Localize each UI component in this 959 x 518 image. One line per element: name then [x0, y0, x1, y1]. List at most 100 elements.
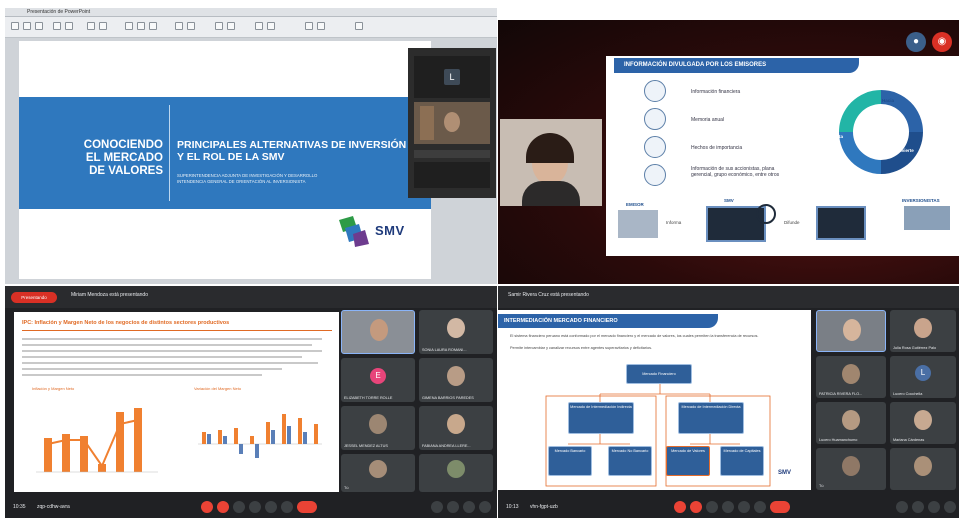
slide-header: INTERMEDIACIÓN MERCADO FINANCIERO [498, 314, 718, 328]
participant-tile[interactable]: Mariana Cárdenas [890, 402, 956, 444]
tree-node: Mercado Bancario [548, 446, 592, 476]
captions-icon[interactable] [233, 501, 245, 513]
chat-icon[interactable] [928, 501, 940, 513]
tool-icon[interactable] [317, 22, 325, 30]
participant-tile[interactable]: L Lucero Cocchella [890, 356, 956, 398]
mic-off-icon[interactable] [674, 501, 686, 513]
participant-tile[interactable]: JESSEL MENDEZ ALTUS [341, 406, 415, 450]
captions-icon[interactable] [706, 501, 718, 513]
name-bar [414, 150, 490, 158]
tool-icon[interactable] [227, 22, 235, 30]
raise-hand-icon[interactable] [249, 501, 261, 513]
more-options-icon[interactable] [754, 501, 766, 513]
participant-name: Julia Rosa Gutiérrez Palo [893, 346, 937, 350]
title-line: Y EL ROL DE LA SMV [177, 151, 285, 163]
participant-face [369, 460, 387, 478]
tool-icon[interactable] [149, 22, 157, 30]
camera-off-icon[interactable] [690, 501, 702, 513]
app-toolbar [5, 17, 497, 38]
participant-tile[interactable] [419, 454, 493, 492]
meeting-time: 10:35 [13, 504, 26, 510]
participant-tile[interactable]: L [414, 56, 490, 98]
alert-icon [644, 136, 666, 158]
grid-icon[interactable] [99, 22, 107, 30]
raise-hand-icon[interactable] [722, 501, 734, 513]
present-icon[interactable] [738, 501, 750, 513]
save-icon[interactable] [23, 22, 31, 30]
participant-tile[interactable]: Lucero Huamanchumo [816, 402, 886, 444]
cycle-diagram-icon [839, 90, 923, 174]
participant-name: Mariana Cárdenas [893, 438, 925, 442]
participant-tile[interactable]: SONIA LAURA ROMANI... [419, 310, 493, 354]
document-icon [644, 80, 666, 102]
participant-tile[interactable]: GIMENA BARRIOS PAREDES [419, 358, 493, 402]
title-rule [22, 330, 332, 331]
title-line: DE VALORES [89, 165, 163, 177]
tool-icon[interactable] [305, 22, 313, 30]
tool-icon[interactable] [125, 22, 133, 30]
info-icon[interactable] [896, 501, 908, 513]
presenting-text: Samir Rivera Cruz está presentando [508, 292, 589, 298]
participant-name: Tú [344, 486, 349, 490]
tool-icon[interactable] [187, 22, 195, 30]
participant-tile[interactable]: E ELIZABETH TORRE ROLLE [341, 358, 415, 402]
tool-icon[interactable] [355, 22, 363, 30]
tool-icon[interactable] [175, 22, 183, 30]
participant-tile[interactable]: FABIANA ANDREA LLERE... [419, 406, 493, 450]
print-icon[interactable] [35, 22, 43, 30]
more-options-icon[interactable] [281, 501, 293, 513]
participant-tile[interactable]: Tú [816, 448, 886, 490]
end-call-icon[interactable] [297, 501, 317, 513]
margin-chart-icon [198, 414, 322, 458]
title-line: CONOCIENDO [83, 139, 163, 151]
undo-icon[interactable] [53, 22, 61, 30]
present-icon[interactable] [265, 501, 277, 513]
people-icon[interactable] [447, 501, 459, 513]
tool-icon[interactable] [137, 22, 145, 30]
profile-icon[interactable]: ● [906, 32, 926, 52]
activities-icon[interactable] [944, 501, 956, 513]
participant-face [914, 456, 932, 476]
slide-subtitle: SUPERINTENDENCIA ADJUNTA DE INVESTIGACIÓ… [177, 173, 417, 185]
avatar: L [915, 364, 931, 381]
presenting-text: Miriam Mendoza está presentando [71, 292, 148, 298]
cycle-label: Reporta [826, 134, 844, 139]
inflation-chart-icon [36, 408, 158, 473]
people-icon[interactable] [912, 501, 924, 513]
participant-name: PATRICIA RIVERA FLO... [819, 392, 863, 396]
speaker-video[interactable] [500, 119, 602, 206]
end-call-icon[interactable] [770, 501, 790, 513]
file-icon[interactable] [11, 22, 19, 30]
chat-icon[interactable] [463, 501, 475, 513]
zoom-icon[interactable] [87, 22, 95, 30]
redo-icon[interactable] [65, 22, 73, 30]
presenting-pill[interactable]: Presentando [11, 292, 57, 303]
slide-left-title: CONOCIENDO EL MERCADO DE VALORES [67, 139, 163, 178]
tree-node-root: Mercado Financiero [626, 364, 692, 384]
participant-tile[interactable]: PATRICIA RIVERA FLO... [816, 356, 886, 398]
chart-title: Variación del Margen Neto [194, 386, 242, 391]
text-line [22, 374, 262, 376]
tool-icon[interactable] [267, 22, 275, 30]
tool-icon[interactable] [255, 22, 263, 30]
record-icon[interactable]: ◉ [932, 32, 952, 52]
participant-tile[interactable] [414, 102, 490, 144]
info-icon[interactable] [431, 501, 443, 513]
participant-tile[interactable] [816, 310, 886, 352]
bookshelf [420, 106, 434, 140]
text-line [22, 368, 282, 370]
video-sidebar: L [408, 48, 496, 198]
participant-tile[interactable] [890, 448, 956, 490]
activities-icon[interactable] [479, 501, 491, 513]
participant-tile[interactable] [414, 162, 490, 188]
camera-off-icon[interactable] [217, 501, 229, 513]
info-item: Información financiera [691, 89, 741, 95]
mic-off-icon[interactable] [201, 501, 213, 513]
text-line [22, 362, 318, 364]
tool-icon[interactable] [215, 22, 223, 30]
smv-logo-text: SMV [375, 223, 405, 238]
participant-face [843, 319, 861, 341]
participant-tile[interactable] [341, 310, 415, 354]
participant-tile[interactable]: Julia Rosa Gutiérrez Palo [890, 310, 956, 352]
participant-tile[interactable]: Tú [341, 454, 415, 492]
